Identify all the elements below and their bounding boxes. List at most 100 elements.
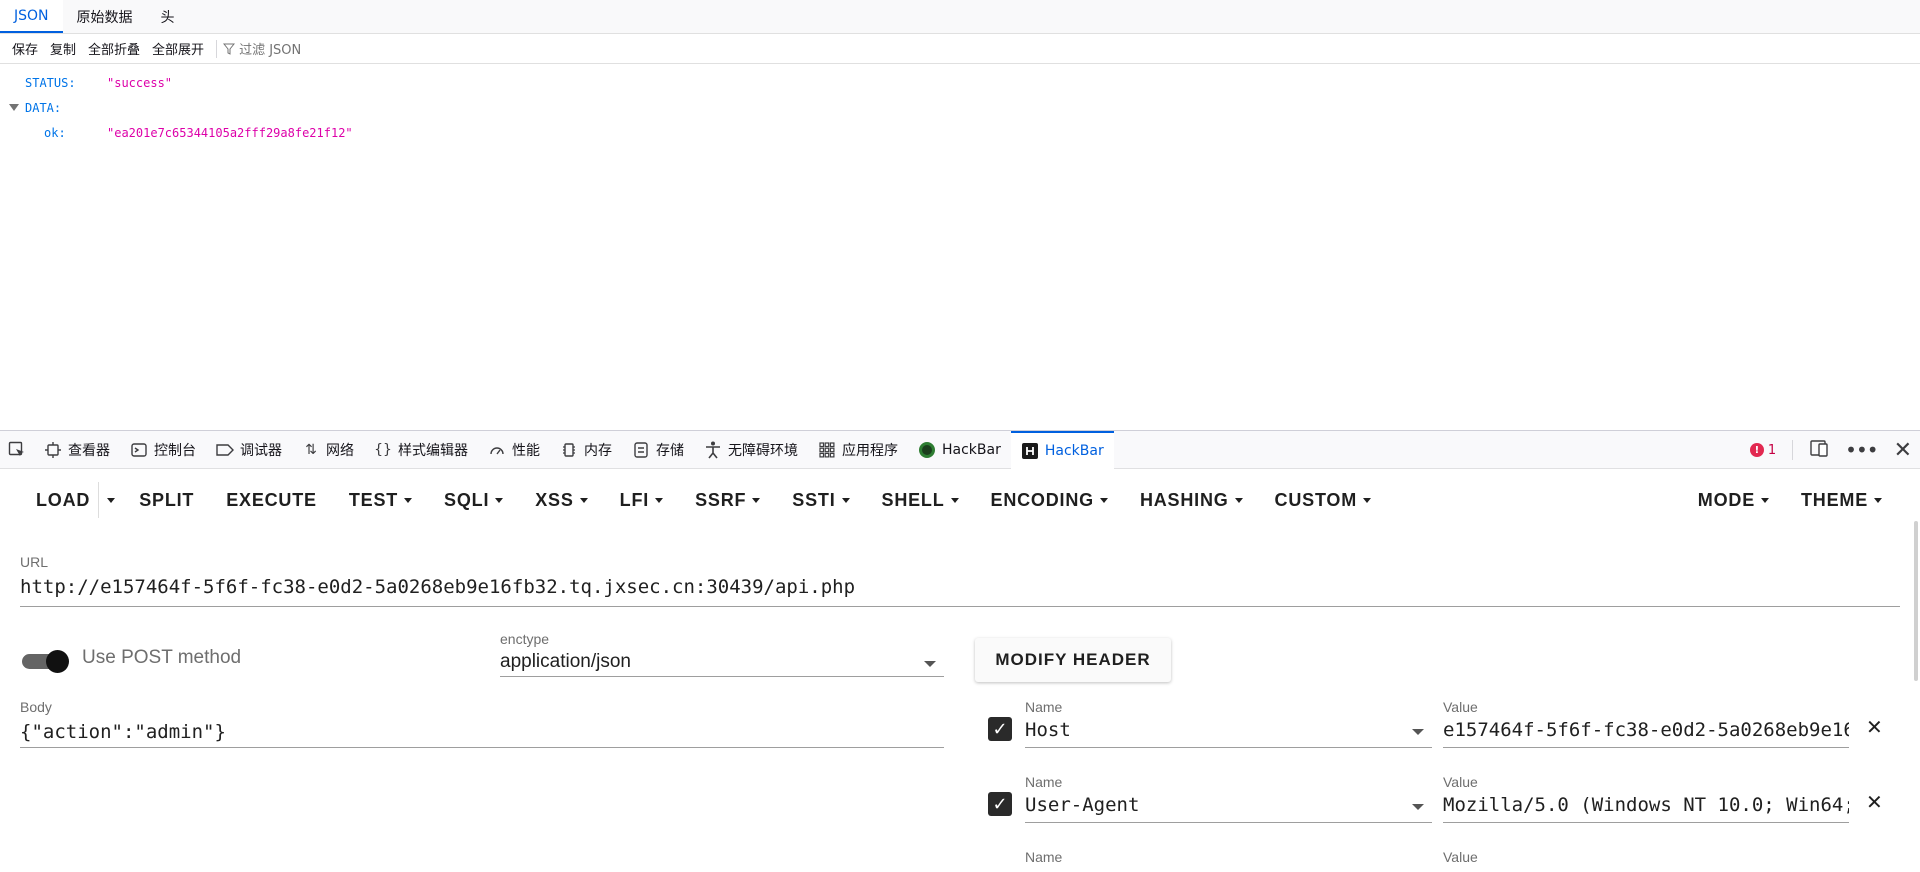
url-field[interactable]: URL http://e157464f-5f6f-fc38-e0d2-5a026…	[20, 554, 1900, 607]
header-enabled-checkbox[interactable]: ✓	[988, 792, 1012, 816]
header-value-field[interactable]: Value Mozilla/5.0 (Windows NT 10.0; Win6…	[1443, 774, 1849, 823]
mode-menu[interactable]: MODE	[1682, 469, 1785, 531]
split-label: SPLIT	[139, 489, 195, 510]
shell-label: SHELL	[881, 489, 945, 510]
expand-toggle-icon[interactable]	[9, 104, 19, 111]
viewer-tabs: JSON 原始数据 头	[0, 0, 1920, 34]
lfi-menu[interactable]: LFI	[604, 469, 679, 531]
header-value-field[interactable]: Value e157464f-5f6f-fc38-e0d2-5a0268eb9e…	[1443, 699, 1849, 748]
tab-hackbar-1[interactable]: HackBar	[908, 431, 1011, 469]
inspector-icon	[44, 441, 62, 459]
header-enabled-checkbox[interactable]: ✓	[988, 717, 1012, 741]
chevron-down-icon	[1761, 497, 1769, 503]
json-row-status[interactable]: STATUS: "success"	[0, 70, 1920, 95]
filter-placeholder: 过滤 JSON	[239, 43, 302, 58]
load-dropdown-icon[interactable]	[98, 482, 123, 518]
body-field[interactable]: Body {"action":"admin"}	[20, 699, 944, 748]
url-input[interactable]: http://e157464f-5f6f-fc38-e0d2-5a0268eb9…	[20, 570, 1900, 607]
tab-memory[interactable]: 内存	[550, 431, 622, 469]
ssrf-menu[interactable]: SSRF	[679, 469, 776, 531]
tab-label: 样式编辑器	[398, 442, 468, 459]
custom-label: CUSTOM	[1274, 489, 1358, 510]
remove-header-icon[interactable]: ✕	[1866, 715, 1883, 739]
tab-headers[interactable]: 头	[147, 0, 189, 33]
header-row: ✓ Name User-Agent Value Mozilla/5.0 (Win…	[988, 774, 1883, 834]
tab-label: 存储	[656, 442, 684, 459]
shell-menu[interactable]: SHELL	[866, 469, 975, 531]
sqli-menu[interactable]: SQLI	[428, 469, 519, 531]
header-name-input[interactable]: User-Agent	[1025, 790, 1432, 823]
remove-header-icon[interactable]: ✕	[1866, 790, 1883, 814]
header-value-label: Value	[1443, 774, 1478, 790]
execute-button[interactable]: EXECUTE	[210, 469, 333, 531]
devtools-panel: 查看器 控制台 调试器 ⇅ 网络 {} 样式编辑器 性能 内存 存储 无障碍环境…	[0, 430, 1920, 871]
tab-storage[interactable]: 存储	[622, 431, 694, 469]
hackbar-menu-right: MODE THEME	[1682, 469, 1898, 531]
tab-label: 查看器	[68, 442, 110, 459]
load-button[interactable]: LOAD	[20, 469, 106, 531]
chevron-down-icon	[950, 497, 959, 503]
post-method-toggle[interactable]	[22, 650, 70, 673]
chevron-down-icon	[1234, 497, 1243, 503]
error-count-badge[interactable]: ! 1	[1749, 443, 1776, 458]
accessibility-icon	[704, 441, 722, 459]
header-name-field[interactable]: Name	[1025, 849, 1432, 865]
vertical-scrollbar[interactable]	[1914, 521, 1918, 681]
tab-performance[interactable]: 性能	[478, 431, 550, 469]
responsive-mode-icon[interactable]	[1809, 438, 1829, 462]
header-value-field[interactable]: Value	[1443, 849, 1849, 865]
tab-label: 应用程序	[842, 442, 898, 459]
copy-button[interactable]: 复制	[44, 39, 82, 58]
ssti-menu[interactable]: SSTI	[776, 469, 865, 531]
encoding-menu[interactable]: ENCODING	[975, 469, 1124, 531]
expand-all-button[interactable]: 全部展开	[146, 39, 210, 58]
save-button[interactable]: 保存	[6, 39, 44, 58]
tab-raw-data[interactable]: 原始数据	[63, 0, 147, 33]
more-options-icon[interactable]: •••	[1845, 438, 1878, 462]
tab-json[interactable]: JSON	[0, 0, 63, 33]
tab-style-editor[interactable]: {} 样式编辑器	[364, 431, 478, 469]
hackbar-panel: LOAD SPLIT EXECUTE TEST SQLI XSS LFI SSR…	[0, 469, 1920, 872]
header-value-input[interactable]: e157464f-5f6f-fc38-e0d2-5a0268eb9e16fb32…	[1443, 715, 1849, 748]
close-devtools-icon[interactable]: ✕	[1894, 438, 1912, 463]
application-icon	[818, 441, 836, 459]
hackbar-menu: LOAD SPLIT EXECUTE TEST SQLI XSS LFI SSR…	[0, 469, 1920, 531]
ssrf-label: SSRF	[695, 489, 747, 510]
body-input[interactable]: {"action":"admin"}	[20, 715, 944, 748]
header-value-input[interactable]: Mozilla/5.0 (Windows NT 10.0; Win64; x64…	[1443, 790, 1849, 823]
xss-menu[interactable]: XSS	[519, 469, 603, 531]
tab-application[interactable]: 应用程序	[808, 431, 908, 469]
enctype-value[interactable]: application/json	[500, 647, 944, 677]
tab-inspector[interactable]: 查看器	[34, 431, 120, 469]
tab-console[interactable]: 控制台	[120, 431, 206, 469]
element-picker-icon[interactable]	[8, 441, 26, 459]
collapse-all-button[interactable]: 全部折叠	[82, 39, 146, 58]
json-row-data[interactable]: DATA:	[0, 95, 1920, 120]
chevron-down-icon	[1099, 497, 1108, 503]
custom-menu[interactable]: CUSTOM	[1259, 469, 1387, 531]
split-button[interactable]: SPLIT	[123, 469, 210, 531]
chevron-down-icon	[1874, 497, 1882, 503]
enctype-select[interactable]: enctype application/json	[500, 631, 944, 677]
mode-label: MODE	[1697, 489, 1755, 510]
theme-menu[interactable]: THEME	[1785, 469, 1898, 531]
xss-label: XSS	[535, 489, 574, 510]
network-icon: ⇅	[305, 441, 317, 458]
header-name-label: Name	[1025, 699, 1063, 715]
header-name-field[interactable]: Name User-Agent	[1025, 774, 1432, 823]
tab-debugger[interactable]: 调试器	[206, 431, 292, 469]
chevron-down-icon	[1412, 804, 1424, 810]
test-menu[interactable]: TEST	[333, 469, 428, 531]
header-name-input[interactable]: Host	[1025, 715, 1432, 748]
header-name-field[interactable]: Name Host	[1025, 699, 1432, 748]
performance-icon	[488, 441, 506, 459]
tab-network[interactable]: ⇅ 网络	[292, 431, 364, 469]
body-label: Body	[20, 699, 52, 715]
chevron-down-icon	[1363, 497, 1372, 503]
filter-json-input[interactable]: 过滤 JSON	[223, 39, 301, 58]
tab-accessibility[interactable]: 无障碍环境	[694, 431, 808, 469]
json-row-ok[interactable]: ok: "ea201e7c65344105a2fff29a8fe21f12"	[0, 120, 1920, 145]
tab-hackbar-2[interactable]: HackBar	[1010, 430, 1114, 469]
modify-header-button[interactable]: MODIFY HEADER	[975, 638, 1171, 682]
hashing-menu[interactable]: HASHING	[1124, 469, 1259, 531]
